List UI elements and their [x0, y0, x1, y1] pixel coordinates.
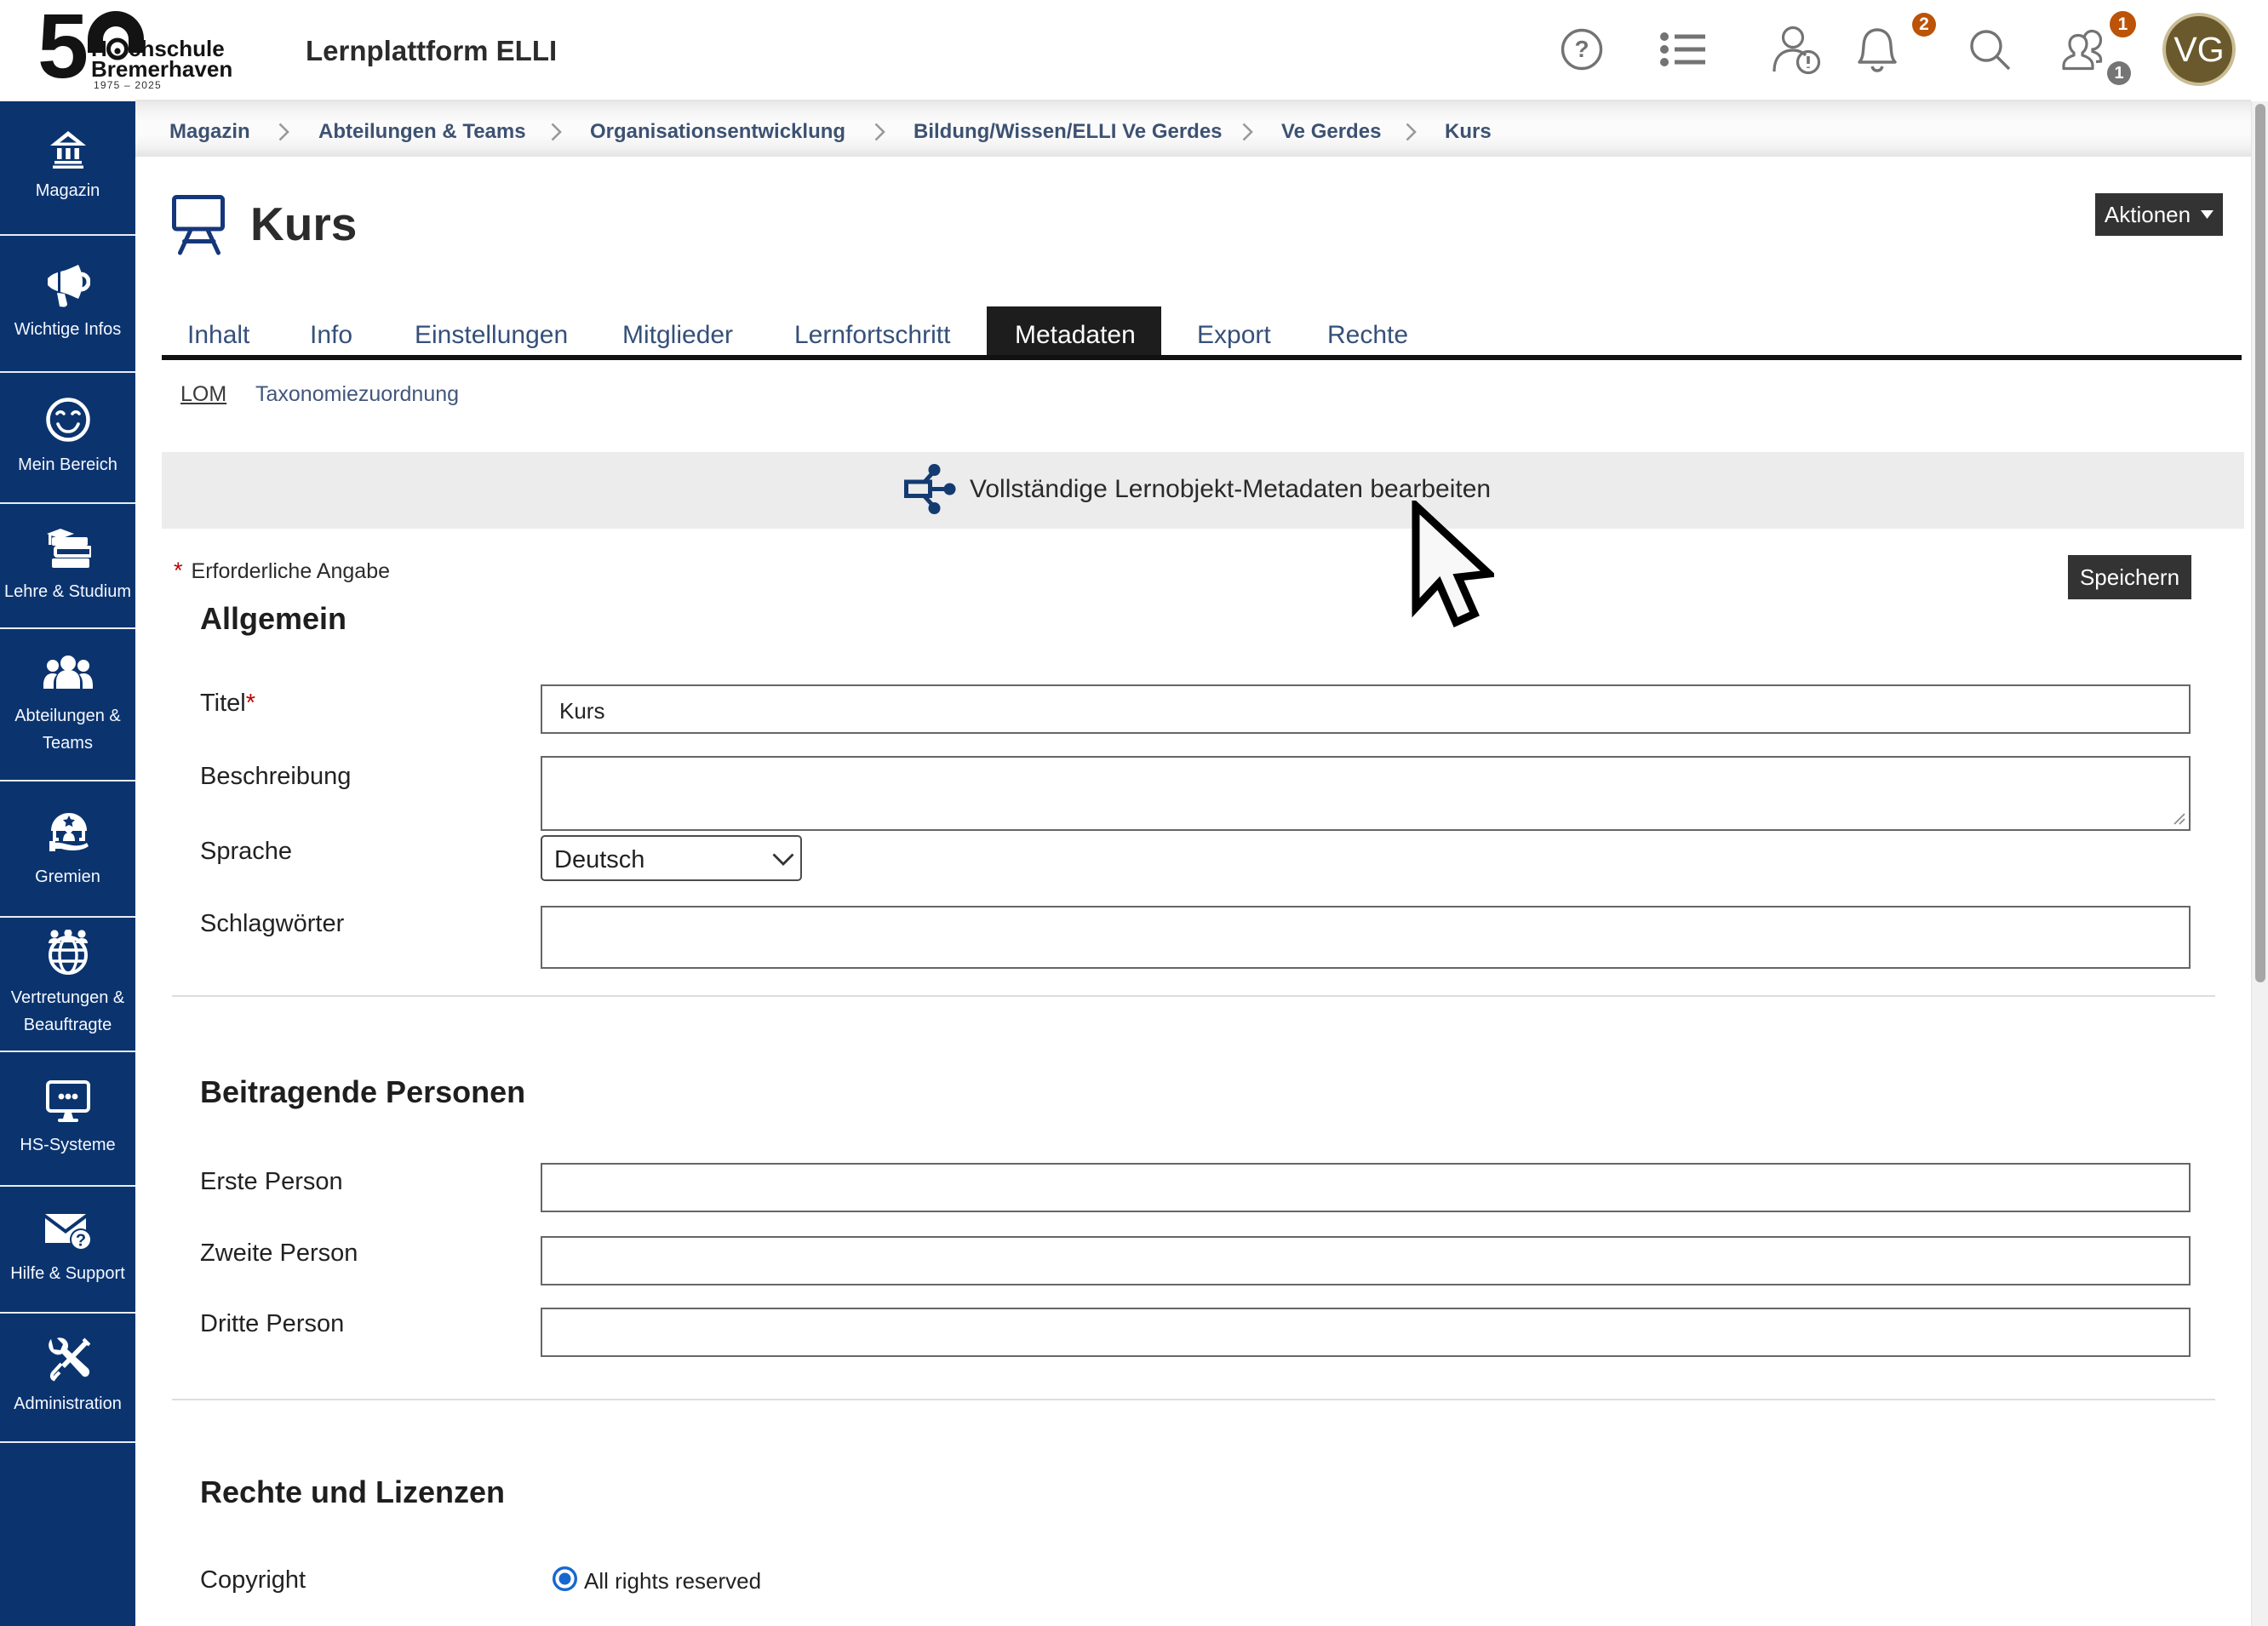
svg-text:1975 – 2025: 1975 – 2025 — [94, 79, 162, 91]
svg-text:?: ? — [75, 1231, 85, 1250]
svg-text:?: ? — [1574, 36, 1589, 62]
svg-text:Bremerhaven: Bremerhaven — [91, 56, 232, 82]
svg-text:5: 5 — [37, 0, 87, 97]
